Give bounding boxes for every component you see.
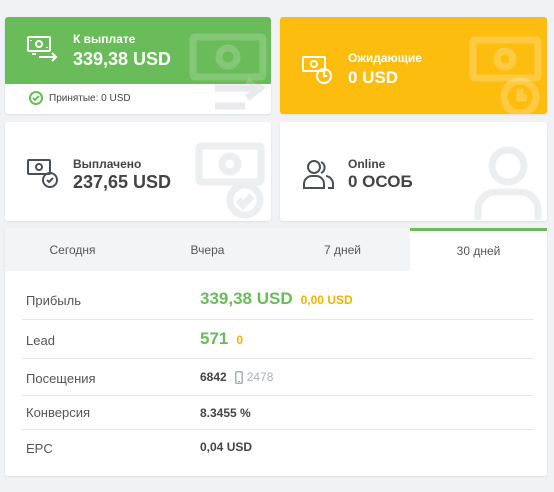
stat-row-visits: Посещения 6842 2478	[22, 359, 534, 396]
lead-label: Lead	[26, 333, 55, 348]
users-watermark-icon	[474, 146, 542, 220]
profit-value: 339,38 USD	[200, 289, 293, 308]
stats-panel: Сегодня Вчера 7 дней 30 дней Прибыль 339…	[5, 228, 547, 476]
payout-value: 339,38 USD	[73, 49, 172, 69]
stat-row-conversion: Конверсия 8.3455 %	[22, 396, 534, 430]
users-icon	[303, 160, 335, 189]
accepted-text: Принятые: 0 USD	[49, 92, 131, 104]
pending-value: 0 USD	[348, 68, 399, 87]
epc-value: 0,04 USD	[200, 440, 253, 454]
money-transfer-watermark-icon	[215, 84, 266, 110]
pending-label: Ожидающие	[348, 51, 422, 65]
paid-card: Выплачено 237,65 USD	[5, 122, 271, 221]
stat-row-epc: EPC 0,04 USD	[22, 430, 534, 466]
accepted-amount: Принятые: 0 USD	[29, 91, 131, 105]
money-clock-watermark-icon	[469, 36, 542, 114]
visits-value: 6842	[200, 370, 227, 384]
conversion-label: Конверсия	[26, 405, 91, 420]
pending-card: Ожидающие 0 USD	[280, 17, 547, 114]
conversion-value: 8.3455 %	[200, 406, 251, 420]
money-clock-icon	[302, 56, 332, 84]
online-value: 0 ОСОБ	[348, 172, 413, 191]
epc-label: EPC	[26, 441, 53, 456]
paid-value: 237,65 USD	[73, 172, 172, 192]
payout-card-header: К выплате 339,38 USD	[5, 17, 271, 104]
online-label: Online	[348, 157, 386, 171]
payout-label: К выплате	[73, 32, 136, 46]
tab-yesterday[interactable]: Вчера	[140, 228, 275, 271]
stat-row-lead: Lead 571 0	[22, 320, 534, 359]
tab-7-days[interactable]: 7 дней	[275, 228, 410, 271]
profit-label: Прибыль	[26, 293, 81, 308]
online-card: Online 0 ОСОБ	[280, 122, 547, 221]
period-tabs: Сегодня Вчера 7 дней 30 дней	[5, 228, 547, 271]
check-circle-icon	[29, 91, 43, 105]
mobile-phone-icon	[234, 370, 243, 384]
money-transfer-icon	[27, 36, 58, 62]
stat-row-profit: Прибыль 339,38 USD 0,00 USD	[22, 280, 534, 320]
lead-secondary-value: 0	[236, 333, 244, 347]
payout-card: К выплате 339,38 USD Принятые: 0 USD	[5, 17, 271, 114]
profit-secondary-value: 0,00 USD	[300, 293, 353, 307]
money-check-watermark-icon	[195, 142, 265, 219]
tab-30-days[interactable]: 30 дней	[410, 228, 547, 271]
visits-mobile-value: 2478	[246, 370, 274, 384]
money-check-icon	[27, 159, 58, 188]
visits-label: Посещения	[26, 371, 96, 386]
paid-label: Выплачено	[73, 157, 142, 171]
lead-value: 571	[200, 329, 229, 348]
tab-today[interactable]: Сегодня	[5, 228, 140, 271]
